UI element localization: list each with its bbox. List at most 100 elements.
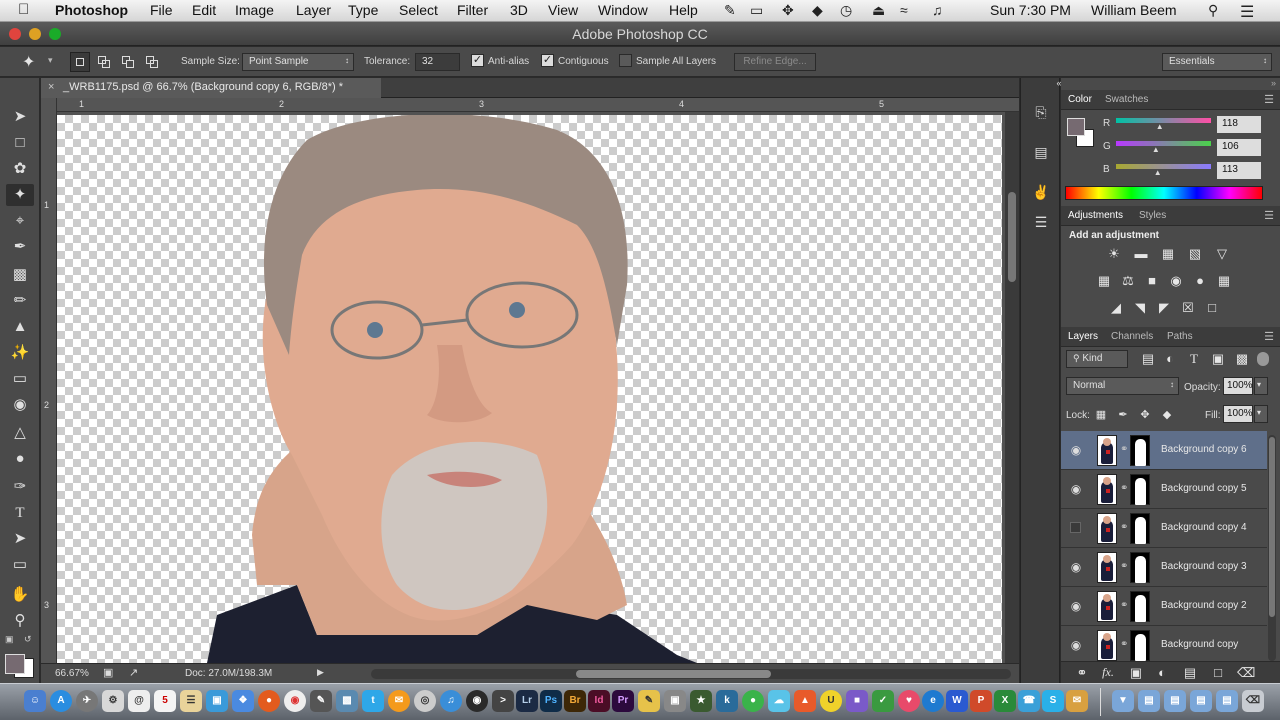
- layer-mask-thumbnail[interactable]: [1130, 591, 1150, 622]
- firefox-icon[interactable]: ●: [258, 690, 280, 712]
- script-editor-icon[interactable]: ✎: [310, 690, 332, 712]
- airplay-icon[interactable]: ▭: [750, 2, 763, 19]
- layer-thumbnail[interactable]: [1097, 630, 1117, 661]
- visibility-toggle-empty[interactable]: [1070, 522, 1081, 533]
- opacity-input[interactable]: 100%: [1223, 377, 1253, 395]
- layer-thumbnail[interactable]: [1097, 552, 1117, 583]
- mask-link-icon[interactable]: ⚭: [1120, 600, 1128, 611]
- filter-toggle-icon[interactable]: [1257, 352, 1269, 366]
- tab-layers[interactable]: Layers: [1068, 331, 1098, 342]
- layer-row[interactable]: ◉ ⚭ Background copy: [1061, 626, 1267, 661]
- spotlight-search-icon[interactable]: ⚲: [1208, 2, 1218, 19]
- lock-icon[interactable]: ◆: [812, 2, 823, 19]
- layer-name[interactable]: Background copy 4: [1161, 522, 1247, 533]
- levels-icon[interactable]: ▬: [1132, 246, 1150, 262]
- premiere-icon[interactable]: Pr: [612, 690, 634, 712]
- color-balance-icon[interactable]: ⚖: [1119, 273, 1137, 289]
- kindle-icon[interactable]: k: [716, 690, 738, 712]
- marquee-tool-icon[interactable]: □: [6, 132, 34, 154]
- opacity-dropdown-icon[interactable]: ▾: [1254, 377, 1268, 395]
- close-document-icon[interactable]: ×: [48, 81, 54, 93]
- menu-view[interactable]: View: [548, 2, 578, 18]
- layer-row[interactable]: ◉ ⚭ Background copy 3: [1061, 548, 1267, 587]
- close-window-button[interactable]: [9, 28, 21, 40]
- delete-layer-icon[interactable]: ⌫: [1237, 665, 1255, 681]
- mask-link-icon[interactable]: ⚭: [1120, 483, 1128, 494]
- skype-icon[interactable]: S: [1042, 690, 1064, 712]
- layer-mask-thumbnail[interactable]: [1130, 630, 1150, 661]
- layer-name[interactable]: Background copy: [1161, 639, 1238, 650]
- app-icon[interactable]: ☁: [768, 690, 790, 712]
- color-fg-swatch[interactable]: [1067, 118, 1085, 136]
- filter-smart-object-icon[interactable]: ▩: [1233, 351, 1251, 367]
- vertical-scrollbar[interactable]: [1005, 112, 1019, 663]
- launchpad-icon[interactable]: ✈: [76, 690, 98, 712]
- indesign-icon[interactable]: Id: [588, 690, 610, 712]
- threshold-icon[interactable]: ◤: [1155, 300, 1173, 316]
- channel-r-input[interactable]: 118: [1217, 116, 1261, 133]
- app-icon[interactable]: e: [922, 690, 944, 712]
- app-icon[interactable]: ☎: [1018, 690, 1040, 712]
- layer-name[interactable]: Background copy 5: [1161, 483, 1247, 494]
- mask-link-icon[interactable]: ⚭: [1120, 522, 1128, 533]
- channel-g-input[interactable]: 106: [1217, 139, 1261, 156]
- lock-transparent-pixels-icon[interactable]: ▦: [1092, 408, 1110, 424]
- panel-menu-icon[interactable]: ☰: [1264, 93, 1274, 106]
- bridge-icon[interactable]: Br: [564, 690, 586, 712]
- app-icon[interactable]: U: [820, 690, 842, 712]
- channel-g-slider[interactable]: ▲: [1116, 141, 1211, 154]
- contacts-icon[interactable]: @: [128, 690, 150, 712]
- posterize-icon[interactable]: ◥: [1131, 300, 1149, 316]
- mask-link-icon[interactable]: ⚭: [1120, 444, 1128, 455]
- tool-preset-arrow-icon[interactable]: ▾: [48, 55, 53, 66]
- filter-pixel-icon[interactable]: ▤: [1139, 351, 1157, 367]
- menu-window[interactable]: Window: [598, 2, 648, 18]
- clone-stamp-tool-icon[interactable]: ▲: [6, 316, 34, 338]
- brush-presets-panel-icon[interactable]: ✌: [1029, 184, 1053, 206]
- share-icon[interactable]: ↗: [129, 666, 138, 679]
- tool-presets-panel-icon[interactable]: ☰: [1029, 214, 1053, 236]
- tolerance-input[interactable]: 32: [415, 53, 460, 71]
- layer-mask-thumbnail[interactable]: [1130, 435, 1150, 466]
- photoshop-icon[interactable]: Ps: [540, 690, 562, 712]
- lock-position-icon[interactable]: ✥: [1136, 408, 1154, 424]
- wifi-icon[interactable]: ≈: [900, 2, 908, 18]
- black-white-icon[interactable]: ■: [1143, 273, 1161, 289]
- notes-icon[interactable]: ☰: [180, 690, 202, 712]
- status-menu-arrow-icon[interactable]: ▶: [317, 667, 324, 678]
- app-icon[interactable]: ♥: [898, 690, 920, 712]
- canvas-area[interactable]: [57, 112, 1005, 663]
- color-spectrum-bar[interactable]: [1065, 186, 1263, 200]
- tab-swatches[interactable]: Swatches: [1105, 94, 1148, 105]
- visibility-eye-icon[interactable]: ◉: [1069, 443, 1083, 457]
- mask-link-icon[interactable]: ⚭: [1120, 561, 1128, 572]
- word-icon[interactable]: W: [946, 690, 968, 712]
- contiguous-checkbox[interactable]: ✓: [541, 54, 554, 67]
- layer-row[interactable]: ⚭ Background copy 4: [1061, 509, 1267, 548]
- stickies-icon[interactable]: ✎: [638, 690, 660, 712]
- layer-name[interactable]: Background copy 3: [1161, 561, 1247, 572]
- healing-brush-tool-icon[interactable]: ▩: [6, 264, 34, 286]
- zoom-tool-icon[interactable]: ⚲: [6, 610, 34, 632]
- blur-tool-icon[interactable]: △: [6, 422, 34, 444]
- sample-size-select[interactable]: Point Sample ↕: [242, 53, 354, 71]
- menu-filter[interactable]: Filter: [457, 2, 488, 18]
- rulers-icon[interactable]: ▣: [103, 666, 113, 679]
- visibility-eye-icon[interactable]: ◉: [1069, 638, 1083, 652]
- move-tool-icon[interactable]: ➤: [6, 106, 34, 128]
- pen-tool-icon[interactable]: ✑: [6, 476, 34, 498]
- layer-filter-select[interactable]: ⚲ Kind: [1066, 350, 1128, 368]
- magic-wand-icon[interactable]: ✦: [22, 52, 35, 72]
- calendar-icon[interactable]: 5: [154, 690, 176, 712]
- selective-color-icon[interactable]: □: [1203, 300, 1221, 316]
- downloads-folder-icon[interactable]: ▼: [1112, 690, 1134, 712]
- apple-menu-icon[interactable]: : [18, 1, 29, 18]
- menu-file[interactable]: File: [150, 2, 173, 18]
- visibility-eye-icon[interactable]: ◉: [1069, 482, 1083, 496]
- properties-panel-icon[interactable]: ▤: [1029, 144, 1053, 166]
- twitter-icon[interactable]: t: [362, 690, 384, 712]
- document-tab[interactable]: × _WRB1175.psd @ 66.7% (Background copy …: [41, 78, 381, 98]
- invert-icon[interactable]: ◢: [1107, 300, 1125, 316]
- itunes-icon[interactable]: ♫: [440, 690, 462, 712]
- gradient-map-icon[interactable]: ☒: [1179, 300, 1197, 316]
